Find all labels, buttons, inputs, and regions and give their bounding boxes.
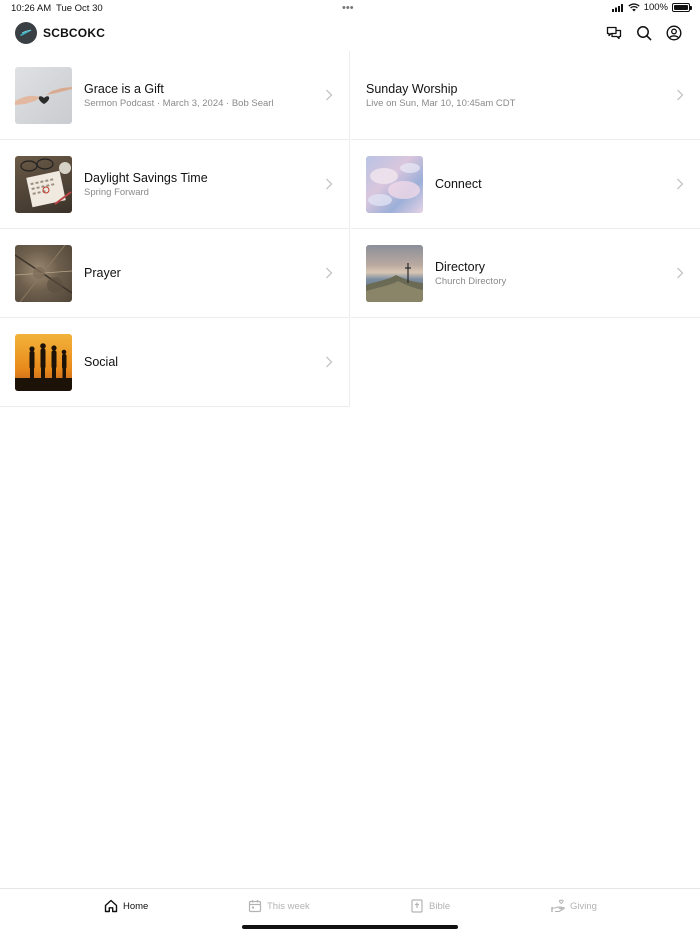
search-icon[interactable] xyxy=(636,25,652,41)
status-bar: 10:26 AM Tue Oct 30 ••• 100% xyxy=(0,0,700,18)
app-header: SCBCOKC xyxy=(0,20,700,50)
right-column: Sunday Worship Live on Sun, Mar 10, 10:4… xyxy=(351,51,700,318)
status-indicators: 100% xyxy=(611,2,692,13)
card-text: Grace is a Gift Sermon Podcast · March 3… xyxy=(84,51,319,140)
tab-bible[interactable]: Bible xyxy=(410,899,450,913)
card-subtitle: Sermon Podcast · March 3, 2024 · Bob Sea… xyxy=(84,97,274,109)
card-connect[interactable]: Connect xyxy=(351,140,700,229)
chevron-right-icon xyxy=(326,178,333,190)
account-icon[interactable] xyxy=(666,25,682,41)
card-title: Directory xyxy=(435,259,486,274)
header-actions xyxy=(606,25,682,41)
chevron-right-icon xyxy=(326,356,333,368)
card-title: Grace is a Gift xyxy=(84,81,164,96)
directory-thumbnail xyxy=(366,245,423,302)
chat-icon[interactable] xyxy=(606,25,622,41)
multitasking-dots-icon[interactable]: ••• xyxy=(342,2,354,14)
card-prayer[interactable]: Prayer xyxy=(0,229,349,318)
card-subtitle: Spring Forward xyxy=(84,186,149,198)
card-text: Sunday Worship Live on Sun, Mar 10, 10:4… xyxy=(366,51,670,140)
connect-thumbnail xyxy=(366,156,423,213)
daylight-savings-thumbnail xyxy=(15,156,72,213)
card-subtitle: Live on Sun, Mar 10, 10:45am CDT xyxy=(366,97,516,109)
chevron-right-icon xyxy=(677,178,684,190)
social-thumbnail xyxy=(15,334,72,391)
card-grace-is-a-gift[interactable]: Grace is a Gift Sermon Podcast · March 3… xyxy=(0,51,349,140)
chevron-right-icon xyxy=(326,89,333,101)
card-title: Prayer xyxy=(84,266,121,280)
card-text: Social xyxy=(84,318,319,407)
battery-percentage: 100% xyxy=(643,2,668,13)
card-text: Prayer xyxy=(84,229,319,318)
bible-icon xyxy=(411,899,423,913)
app-name: SCBCOKC xyxy=(43,26,106,40)
tab-label: Home xyxy=(123,900,149,912)
home-indicator[interactable] xyxy=(242,925,458,929)
chevron-right-icon xyxy=(677,267,684,279)
tab-this-week[interactable]: This week xyxy=(248,899,310,913)
tab-label: Giving xyxy=(570,900,597,912)
card-directory[interactable]: Directory Church Directory xyxy=(351,229,700,318)
sermon-thumbnail xyxy=(15,67,72,124)
tab-label: This week xyxy=(267,900,310,912)
card-title: Daylight Savings Time xyxy=(84,170,208,185)
cellular-signal-icon xyxy=(611,3,623,12)
church-logo-icon xyxy=(15,22,37,44)
status-time: 10:26 AM xyxy=(11,3,52,14)
home-icon xyxy=(104,899,118,913)
tab-giving[interactable]: Giving xyxy=(551,899,597,913)
calendar-icon xyxy=(248,900,262,913)
card-text: Daylight Savings Time Spring Forward xyxy=(84,140,319,229)
tab-home[interactable]: Home xyxy=(104,899,148,913)
wifi-icon xyxy=(628,3,640,12)
tab-label: Bible xyxy=(429,900,451,912)
card-title: Social xyxy=(84,355,119,369)
card-text: Connect xyxy=(435,140,670,229)
left-column: Grace is a Gift Sermon Podcast · March 3… xyxy=(0,51,350,407)
prayer-thumbnail xyxy=(15,245,72,302)
card-social[interactable]: Social xyxy=(0,318,349,407)
chevron-right-icon xyxy=(326,267,333,279)
card-sunday-worship[interactable]: Sunday Worship Live on Sun, Mar 10, 10:4… xyxy=(351,51,700,140)
card-text: Directory Church Directory xyxy=(435,229,670,318)
brand[interactable]: SCBCOKC xyxy=(15,22,105,44)
chevron-right-icon xyxy=(677,89,684,101)
card-subtitle: Church Directory xyxy=(435,275,507,287)
giving-icon xyxy=(551,899,565,913)
card-title: Sunday Worship xyxy=(366,81,458,96)
status-date: Tue Oct 30 xyxy=(56,3,103,14)
battery-icon xyxy=(672,3,692,12)
card-title: Connect xyxy=(435,177,482,191)
card-daylight-savings-time[interactable]: Daylight Savings Time Spring Forward xyxy=(0,140,349,229)
